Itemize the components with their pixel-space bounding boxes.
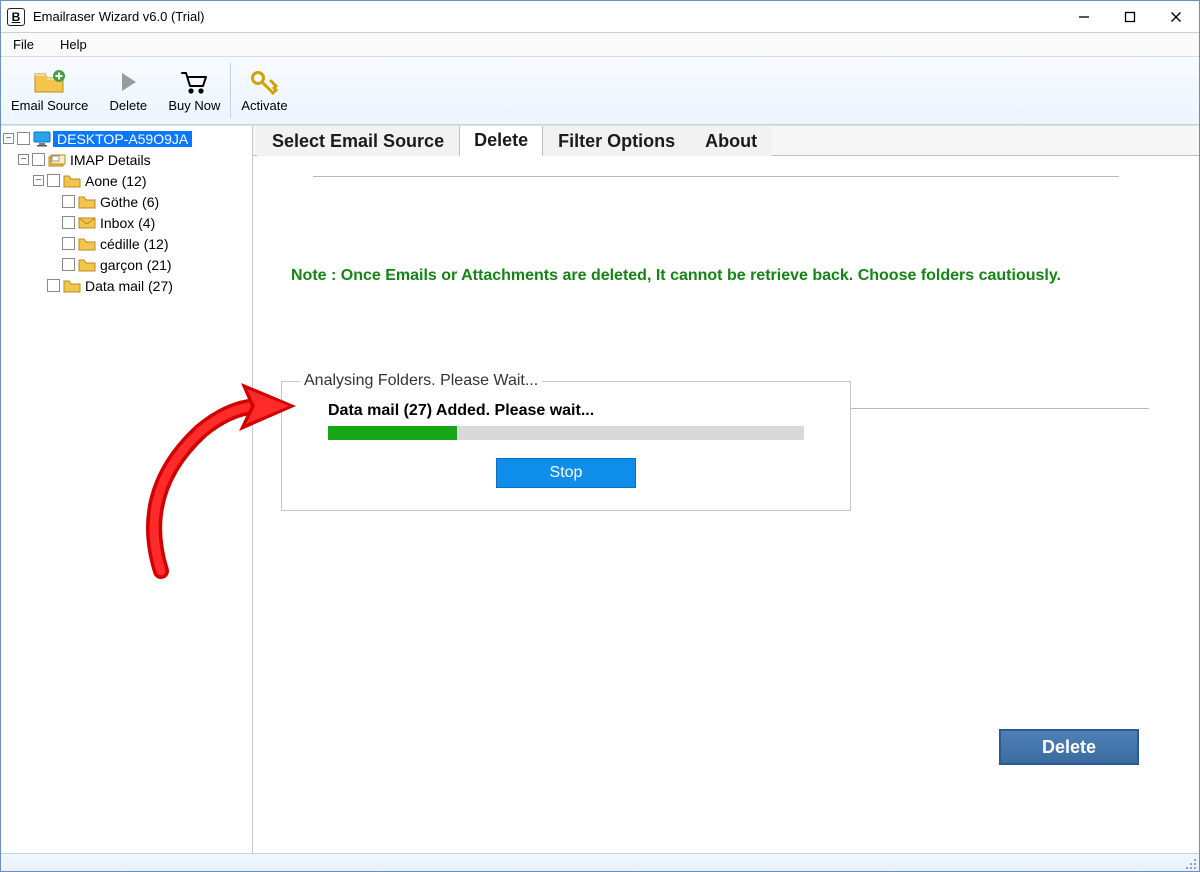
play-icon bbox=[115, 68, 141, 96]
tabs: Select Email Source Delete Filter Option… bbox=[253, 126, 1199, 156]
tree-node-aone[interactable]: − Aone (12) bbox=[3, 170, 250, 191]
divider-top bbox=[313, 176, 1119, 177]
tree-node-root[interactable]: − DESKTOP-A59O9JA bbox=[3, 128, 250, 149]
collapse-icon[interactable]: − bbox=[18, 154, 29, 165]
tab-about[interactable]: About bbox=[690, 126, 772, 156]
tree-folder-label: garçon (21) bbox=[98, 257, 174, 273]
checkbox[interactable] bbox=[62, 216, 75, 229]
key-icon bbox=[249, 68, 279, 96]
menubar: File Help bbox=[1, 33, 1199, 57]
tree-node-datamail[interactable]: Data mail (27) bbox=[3, 275, 250, 296]
folder-icon bbox=[63, 173, 81, 189]
dialog-legend: Analysing Folders. Please Wait... bbox=[300, 372, 542, 390]
buy-now-button[interactable]: Buy Now bbox=[158, 57, 230, 124]
statusbar bbox=[1, 853, 1199, 871]
folder-tree[interactable]: − DESKTOP-A59O9JA − IMAP Details − bbox=[1, 126, 253, 853]
inbox-icon bbox=[78, 215, 96, 231]
tree-folder-label: Data mail (27) bbox=[83, 278, 175, 294]
tree-node-imap[interactable]: − IMAP Details bbox=[3, 149, 250, 170]
progress-fill bbox=[328, 426, 457, 440]
tree-folder-label: cédille (12) bbox=[98, 236, 170, 252]
checkbox[interactable] bbox=[32, 153, 45, 166]
tab-delete[interactable]: Delete bbox=[459, 125, 543, 156]
progress-bar bbox=[328, 426, 804, 440]
checkbox[interactable] bbox=[62, 237, 75, 250]
minimize-button[interactable] bbox=[1061, 1, 1107, 32]
tab-select-email-source[interactable]: Select Email Source bbox=[257, 126, 459, 156]
activate-button[interactable]: Activate bbox=[231, 57, 297, 124]
folder-icon bbox=[63, 278, 81, 294]
stop-button[interactable]: Stop bbox=[496, 458, 636, 488]
email-source-label: Email Source bbox=[11, 98, 88, 113]
folder-plus-icon bbox=[33, 68, 67, 96]
progress-dialog: Analysing Folders. Please Wait... Data m… bbox=[281, 381, 851, 511]
app-window: B Emailraser Wizard v6.0 (Trial) File He… bbox=[0, 0, 1200, 872]
folder-icon bbox=[78, 194, 96, 210]
titlebar: B Emailraser Wizard v6.0 (Trial) bbox=[1, 1, 1199, 33]
content-area: Select Email Source Delete Filter Option… bbox=[253, 126, 1199, 853]
window-controls bbox=[1061, 1, 1199, 32]
checkbox[interactable] bbox=[62, 195, 75, 208]
maximize-button[interactable] bbox=[1107, 1, 1153, 32]
toolbar: Email Source Delete Buy Now Activate bbox=[1, 57, 1199, 125]
menu-file[interactable]: File bbox=[7, 35, 40, 54]
cart-icon bbox=[179, 68, 209, 96]
maximize-icon bbox=[1124, 11, 1136, 23]
folder-icon bbox=[78, 236, 96, 252]
desktop-icon bbox=[33, 131, 51, 147]
folder-icon bbox=[78, 257, 96, 273]
tree-node-garcon[interactable]: garçon (21) bbox=[3, 254, 250, 275]
delete-toolbar-button[interactable]: Delete bbox=[98, 57, 158, 124]
activate-label: Activate bbox=[241, 98, 287, 113]
tree-node-inbox[interactable]: Inbox (4) bbox=[3, 212, 250, 233]
collapse-icon[interactable]: − bbox=[3, 133, 14, 144]
email-source-button[interactable]: Email Source bbox=[1, 57, 98, 124]
tree-folder-label: Aone (12) bbox=[83, 173, 148, 189]
delete-toolbar-label: Delete bbox=[110, 98, 148, 113]
tree-imap-label: IMAP Details bbox=[68, 152, 153, 168]
tab-filter-options[interactable]: Filter Options bbox=[543, 126, 690, 156]
checkbox[interactable] bbox=[62, 258, 75, 271]
tree-root-label: DESKTOP-A59O9JA bbox=[53, 131, 192, 147]
buy-now-label: Buy Now bbox=[168, 98, 220, 113]
dialog-status: Data mail (27) Added. Please wait... bbox=[328, 402, 834, 420]
checkbox[interactable] bbox=[17, 132, 30, 145]
close-button[interactable] bbox=[1153, 1, 1199, 32]
minimize-icon bbox=[1078, 11, 1090, 23]
main: − DESKTOP-A59O9JA − IMAP Details − bbox=[1, 125, 1199, 853]
tree-folder-label: Inbox (4) bbox=[98, 215, 157, 231]
tree-node-gothe[interactable]: Göthe (6) bbox=[3, 191, 250, 212]
delete-tab-page: Note : Once Emails or Attachments are de… bbox=[253, 156, 1199, 853]
app-icon: B bbox=[7, 8, 25, 26]
delete-action-button[interactable]: Delete bbox=[999, 729, 1139, 765]
checkbox[interactable] bbox=[47, 279, 60, 292]
warning-note: Note : Once Emails or Attachments are de… bbox=[291, 267, 1169, 285]
mail-stack-icon bbox=[48, 152, 66, 168]
checkbox[interactable] bbox=[47, 174, 60, 187]
window-title: Emailraser Wizard v6.0 (Trial) bbox=[33, 9, 1061, 24]
menu-help[interactable]: Help bbox=[54, 35, 93, 54]
tree-folder-label: Göthe (6) bbox=[98, 194, 161, 210]
resize-grip-icon[interactable] bbox=[1185, 858, 1197, 870]
close-icon bbox=[1170, 11, 1182, 23]
collapse-icon[interactable]: − bbox=[33, 175, 44, 186]
tree-node-cedille[interactable]: cédille (12) bbox=[3, 233, 250, 254]
